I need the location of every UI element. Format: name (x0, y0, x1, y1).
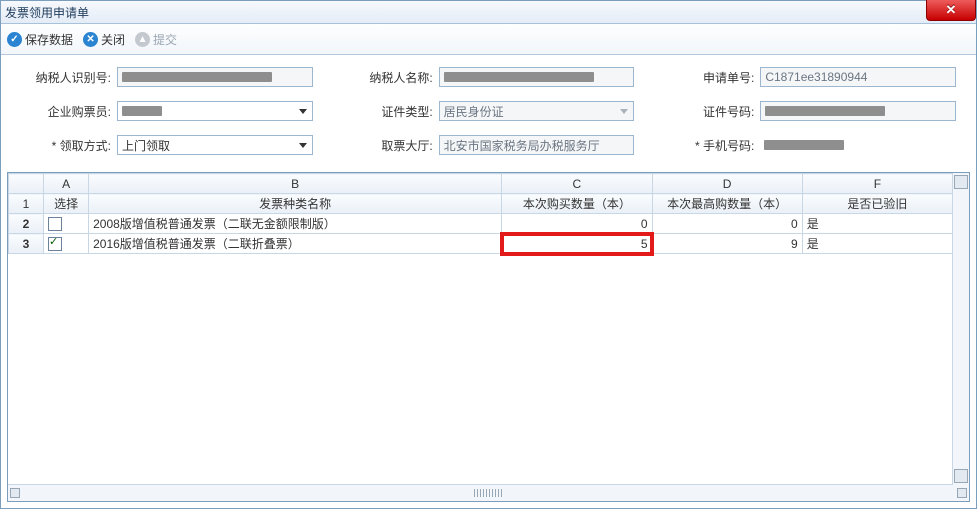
input-pickup-hall: 北安市国家税务局办税服务厅 (439, 135, 635, 155)
col-letter-f[interactable]: F (802, 174, 952, 194)
label-cert-no: 证件号码: (664, 103, 754, 120)
value-pickup-method: 上门领取 (122, 137, 170, 154)
field-cert-no: 证件号码: (664, 101, 956, 121)
cell-max-qty[interactable]: 0 (652, 214, 802, 234)
select-cert-type: 居民身份证 (439, 101, 635, 121)
input-app-no: C1871ee31890944 (760, 67, 956, 87)
redacted-value (764, 140, 844, 150)
scroll-left-button[interactable] (10, 488, 20, 498)
redacted-value (122, 72, 272, 82)
scrollbar-grip-icon (474, 489, 504, 497)
label-purchaser: 企业购票员: (21, 103, 111, 120)
col-select[interactable]: 选择 (44, 194, 89, 214)
label-phone: * 手机号码: (664, 137, 754, 154)
close-button[interactable]: ✕ 关闭 (83, 31, 125, 48)
cell-buy-qty-highlighted[interactable]: 5 (502, 234, 652, 254)
checkbox-icon[interactable] (48, 217, 62, 231)
close-label: 关闭 (101, 31, 125, 48)
input-taxpayer-id (117, 67, 313, 87)
form-area: 纳税人识别号: 纳税人名称: 申请单号: C1871ee31890944 企业购… (1, 55, 976, 166)
field-taxpayer-id: 纳税人识别号: (21, 67, 313, 87)
col-buy-qty[interactable]: 本次购买数量（本） (502, 194, 652, 214)
label-pickup-method: * 领取方式: (21, 137, 111, 154)
value-pickup-hall: 北安市国家税务局办税服务厅 (444, 137, 600, 154)
window-close-button[interactable]: ✕ (926, 0, 976, 21)
label-taxpayer-name: 纳税人名称: (343, 69, 433, 86)
check-icon: ✓ (7, 32, 22, 47)
redacted-value (122, 106, 162, 116)
cell-name[interactable]: 2008版增值税普通发票（二联无金额限制版） (89, 214, 502, 234)
redacted-value (444, 72, 594, 82)
cell-select[interactable] (44, 214, 89, 234)
window-title: 发票领用申请单 (5, 4, 89, 21)
col-verified[interactable]: 是否已验旧 (802, 194, 952, 214)
select-purchaser[interactable] (117, 101, 313, 121)
col-letter-b[interactable]: B (89, 174, 502, 194)
save-button[interactable]: ✓ 保存数据 (7, 31, 73, 48)
input-taxpayer-name (439, 67, 635, 87)
label-pickup-hall: 取票大厅: (343, 137, 433, 154)
col-letter-c[interactable]: C (502, 174, 652, 194)
col-letter-a[interactable]: A (44, 174, 89, 194)
cell-verified[interactable]: 是 (802, 234, 952, 254)
value-cert-type: 居民身份证 (444, 103, 504, 120)
app-window: 发票领用申请单 ✕ ✓ 保存数据 ✕ 关闭 ▲ 提交 纳税人识别号: 纳税人名称… (0, 0, 977, 509)
x-icon: ✕ (83, 32, 98, 47)
col-name[interactable]: 发票种类名称 (89, 194, 502, 214)
label-app-no: 申请单号: (664, 69, 754, 86)
invoice-table: A B C D F 1 选择 发票种类名称 本次购买数量（本） 本次最高购数量（… (8, 173, 953, 254)
checkbox-icon[interactable] (48, 237, 62, 251)
rownum-cell[interactable]: 3 (9, 234, 44, 254)
rownum-cell[interactable]: 2 (9, 214, 44, 234)
input-cert-no (760, 101, 956, 121)
column-header-row: 1 选择 发票种类名称 本次购买数量（本） 本次最高购数量（本） 是否已验旧 (9, 194, 953, 214)
col-max-qty[interactable]: 本次最高购数量（本） (652, 194, 802, 214)
grid-panel: A B C D F 1 选择 发票种类名称 本次购买数量（本） 本次最高购数量（… (7, 172, 970, 502)
cell-verified[interactable]: 是 (802, 214, 952, 234)
field-pickup-method: * 领取方式: 上门领取 (21, 135, 313, 155)
cell-max-qty[interactable]: 9 (652, 234, 802, 254)
label-cert-type: 证件类型: (343, 103, 433, 120)
toolbar: ✓ 保存数据 ✕ 关闭 ▲ 提交 (1, 24, 976, 55)
field-cert-type: 证件类型: 居民身份证 (343, 101, 635, 121)
table-row: 3 2016版增值税普通发票（二联折叠票） 5 9 是 (9, 234, 953, 254)
column-letter-row: A B C D F (9, 174, 953, 194)
save-label: 保存数据 (25, 31, 73, 48)
redacted-value (765, 106, 885, 116)
vertical-scrollbar[interactable] (952, 173, 969, 485)
cell-name[interactable]: 2016版增值税普通发票（二联折叠票） (89, 234, 502, 254)
table-row: 2 2008版增值税普通发票（二联无金额限制版） 0 0 是 (9, 214, 953, 234)
submit-button: ▲ 提交 (135, 31, 177, 48)
col-letter-d[interactable]: D (652, 174, 802, 194)
upload-icon: ▲ (135, 32, 150, 47)
field-app-no: 申请单号: C1871ee31890944 (664, 67, 956, 87)
select-pickup-method[interactable]: 上门领取 (117, 135, 313, 155)
value-app-no: C1871ee31890944 (765, 70, 867, 84)
horizontal-scrollbar[interactable] (8, 484, 969, 501)
field-pickup-hall: 取票大厅: 北安市国家税务局办税服务厅 (343, 135, 635, 155)
scroll-right-button[interactable] (957, 488, 967, 498)
scroll-up-button[interactable] (954, 175, 968, 189)
cell-select[interactable] (44, 234, 89, 254)
corner-cell[interactable] (9, 174, 44, 194)
field-taxpayer-name: 纳税人名称: (343, 67, 635, 87)
titlebar: 发票领用申请单 ✕ (1, 1, 976, 24)
close-icon: ✕ (946, 2, 957, 18)
label-taxpayer-id: 纳税人识别号: (21, 69, 111, 86)
cell-buy-qty[interactable]: 0 (502, 214, 652, 234)
field-phone: * 手机号码: (664, 135, 956, 155)
scroll-down-button[interactable] (954, 469, 968, 483)
field-purchaser: 企业购票员: (21, 101, 313, 121)
rownum-header[interactable]: 1 (9, 194, 44, 214)
submit-label: 提交 (153, 31, 177, 48)
input-phone (760, 135, 956, 155)
